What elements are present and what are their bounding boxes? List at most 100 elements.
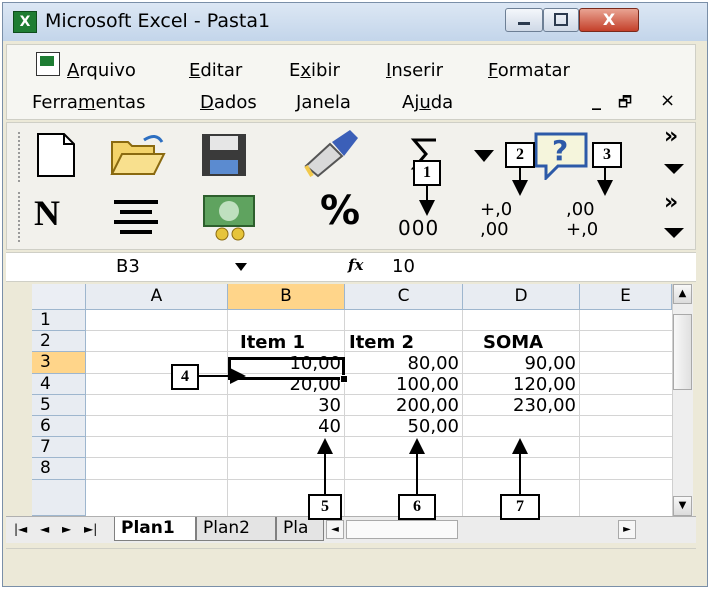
scroll-up-button[interactable]: ▲ (673, 284, 692, 304)
decrease-decimal-button[interactable]: ,00 +,0 (566, 200, 598, 240)
row-header-blank (32, 480, 86, 516)
percent-style-button[interactable]: % (320, 188, 360, 234)
autosum-dropdown-icon[interactable] (472, 148, 496, 164)
excel-app-icon[interactable]: X (13, 11, 37, 33)
annotation-label-4: 4 (171, 364, 199, 390)
column-header-d[interactable]: D (463, 284, 580, 310)
sheet-tab-plan1[interactable]: Plan1 (114, 517, 196, 541)
next-sheet-button[interactable]: ► (62, 522, 71, 536)
increase-decimal-bottom: ,00 (480, 219, 509, 240)
menu-ajuda[interactable]: Ajuda (402, 92, 453, 113)
currency-style-icon[interactable] (200, 190, 262, 242)
row-header-1[interactable]: 1 (32, 310, 86, 331)
menu-formatar[interactable]: Formatar (488, 60, 570, 81)
row-header-2[interactable]: 2 (32, 331, 86, 352)
open-folder-icon[interactable] (108, 130, 168, 180)
vertical-scrollbar[interactable]: ▲ ▼ (672, 284, 693, 516)
increase-decimal-button[interactable]: +,0 ,00 (480, 200, 512, 240)
gridline (86, 457, 672, 458)
svg-text:?: ? (552, 134, 568, 167)
select-all-corner[interactable] (32, 284, 86, 310)
toolbar-grip[interactable] (18, 132, 24, 182)
cell-c6[interactable]: 50,00 (345, 416, 463, 437)
decrease-decimal-top: ,00 (566, 199, 595, 220)
formula-input[interactable]: 10 (392, 256, 415, 277)
status-bar (6, 548, 696, 579)
row-header-3[interactable]: 3 (32, 352, 86, 374)
annotation-label-1: 1 (413, 160, 441, 186)
column-header-b[interactable]: B (228, 284, 345, 310)
row-header-5[interactable]: 5 (32, 395, 86, 416)
fx-icon[interactable]: fx (348, 256, 363, 274)
cell-c4[interactable]: 100,00 (345, 374, 463, 395)
cell-b5[interactable]: 30 (228, 395, 345, 416)
toolbar-more-button[interactable]: » (664, 124, 678, 149)
first-sheet-button[interactable]: |◄ (14, 522, 27, 536)
name-box-value: B3 (116, 256, 140, 277)
sheet-tab-plan3[interactable]: Pla (276, 517, 324, 541)
annotation-label-5: 5 (308, 494, 342, 520)
sheet-tab-bar: |◄ ◄ ► ►| Plan1 Plan2 Pla ◄ ► (6, 516, 696, 543)
menu-exibir[interactable]: Exibir (289, 60, 340, 81)
cell-d5[interactable]: 230,00 (463, 395, 580, 416)
menu-ferramentas[interactable]: Ferramentas (32, 92, 145, 113)
toolbar-options-icon[interactable] (662, 162, 686, 176)
hscroll-right-button[interactable]: ► (618, 520, 636, 539)
row-header-8[interactable]: 8 (32, 458, 86, 480)
name-box[interactable]: B3 (6, 253, 238, 281)
column-header-a[interactable]: A (86, 284, 228, 310)
increase-decimal-top: +,0 (480, 199, 513, 220)
cell-d4[interactable]: 120,00 (463, 374, 580, 395)
doc-restore-button[interactable]: 🗗 (618, 92, 632, 117)
menu-dados[interactable]: Dados (200, 92, 257, 113)
workbook-icon[interactable] (36, 52, 60, 76)
menu-inserir[interactable]: Inserir (386, 60, 443, 81)
annotation-label-6: 6 (398, 494, 436, 520)
row-header-4[interactable]: 4 (32, 374, 86, 395)
save-icon[interactable] (198, 130, 252, 180)
thousands-separator-button[interactable]: 000 (398, 216, 439, 240)
toolbar-options-icon-2[interactable] (662, 226, 686, 240)
row-header-7[interactable]: 7 (32, 437, 86, 458)
format-painter-icon[interactable] (300, 126, 364, 180)
sheet-tab-plan2[interactable]: Plan2 (196, 517, 276, 541)
toolbar-grip[interactable] (18, 192, 24, 242)
cell-c2[interactable]: Item 2 (345, 332, 463, 353)
toolbar-more-button-2[interactable]: » (664, 190, 678, 215)
hscroll-track[interactable] (346, 520, 458, 539)
new-document-icon[interactable] (32, 130, 80, 180)
hscroll-left-button[interactable]: ◄ (326, 520, 344, 539)
maximize-icon (554, 13, 568, 26)
gridline (86, 479, 672, 480)
close-button[interactable]: X (579, 8, 639, 32)
cell-d2[interactable]: SOMA (463, 332, 580, 353)
help-icon[interactable]: ? (530, 128, 592, 180)
row-header-6[interactable]: 6 (32, 416, 86, 437)
prev-sheet-button[interactable]: ◄ (40, 522, 49, 536)
last-sheet-button[interactable]: ►| (84, 522, 97, 536)
cell-b2[interactable]: Item 1 (228, 332, 345, 353)
cell-d3[interactable]: 90,00 (463, 353, 580, 374)
gridline (86, 330, 672, 331)
annotation-label-7: 7 (500, 494, 540, 520)
menu-janela[interactable]: Janela (296, 92, 351, 113)
minimize-button[interactable] (505, 8, 543, 32)
menu-arquivo[interactable]: Arquivo (67, 60, 136, 81)
annotation-label-3: 3 (592, 142, 622, 168)
cell-b6[interactable]: 40 (228, 416, 345, 437)
scroll-thumb[interactable] (673, 314, 692, 390)
cell-c5[interactable]: 200,00 (345, 395, 463, 416)
menu-editar[interactable]: Editar (189, 60, 242, 81)
active-cell-selection[interactable] (228, 357, 348, 383)
name-box-dropdown-icon[interactable] (234, 262, 248, 272)
decrease-decimal-bottom: +,0 (566, 219, 599, 240)
column-header-c[interactable]: C (345, 284, 463, 310)
bold-button[interactable]: N (34, 192, 60, 234)
column-header-e[interactable]: E (580, 284, 672, 310)
align-center-icon[interactable] (108, 196, 164, 238)
doc-minimize-button[interactable]: _ (592, 90, 601, 111)
cell-c3[interactable]: 80,00 (345, 353, 463, 374)
maximize-button[interactable] (543, 8, 579, 32)
doc-close-button[interactable]: × (660, 90, 675, 111)
scroll-down-button[interactable]: ▼ (673, 496, 692, 516)
